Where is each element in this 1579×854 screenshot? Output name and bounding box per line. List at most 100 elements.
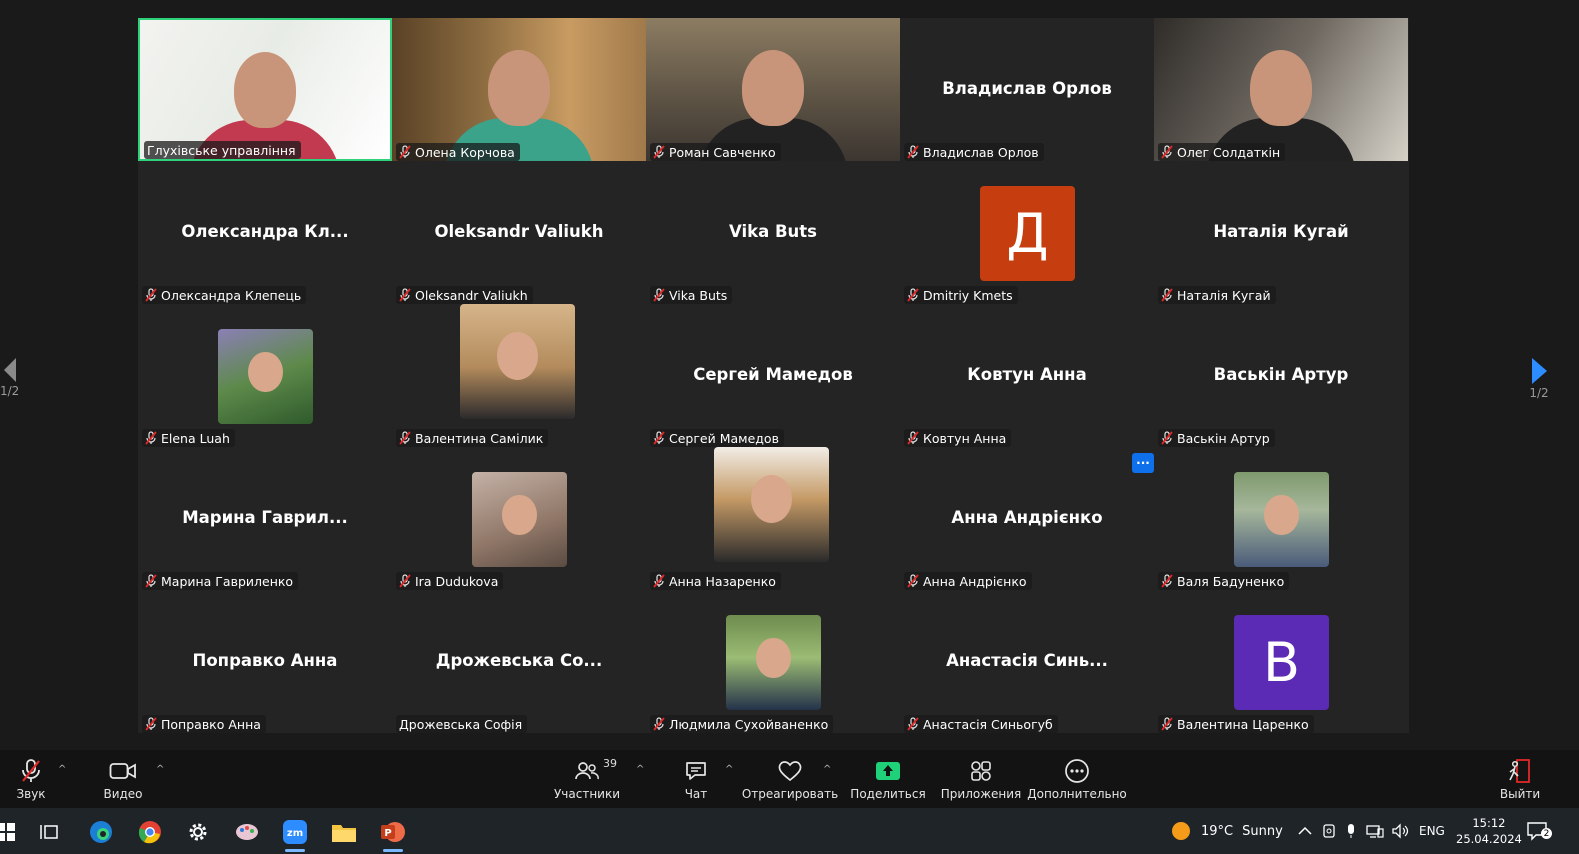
participant-tile[interactable]: Олена Корчова xyxy=(392,18,646,161)
react-options-caret[interactable]: ^ xyxy=(823,764,831,775)
participant-tile[interactable]: В Валентина Царенко xyxy=(1154,590,1408,733)
audio-button[interactable]: Звук xyxy=(8,750,54,808)
svg-text:P: P xyxy=(384,828,391,839)
clock[interactable]: 15:12 25.04.2024 xyxy=(1456,808,1522,854)
participant-face xyxy=(234,52,296,128)
speaker-icon[interactable] xyxy=(1391,823,1409,839)
participant-tile[interactable]: Наталія Кугай Наталія Кугай xyxy=(1154,161,1408,304)
participant-tile[interactable]: Ковтун Анна Ковтун Анна xyxy=(900,304,1154,447)
participant-tile[interactable]: Валентина Самілик xyxy=(392,304,646,447)
start-button[interactable] xyxy=(0,816,22,848)
edge-icon xyxy=(90,821,112,843)
microphone-in-use-icon[interactable] xyxy=(1345,823,1357,839)
chevron-left-icon xyxy=(3,358,16,382)
windows-logo-icon xyxy=(0,823,15,841)
leave-button[interactable]: Выйти xyxy=(1500,750,1540,808)
participant-name: Поправко Анна xyxy=(161,716,261,732)
participant-tile[interactable]: Валя Бадуненко xyxy=(1154,447,1408,590)
video-camera-icon xyxy=(109,763,136,779)
participants-options-caret[interactable]: ^ xyxy=(636,764,644,775)
muted-mic-icon xyxy=(399,431,411,445)
zoom-app-button[interactable]: zm xyxy=(279,816,311,852)
react-label: Отреагировать xyxy=(741,787,839,801)
next-page-button[interactable]: 1/2 xyxy=(1529,356,1549,400)
participant-avatar: Д xyxy=(980,186,1075,281)
participant-name: Dmitriy Kmets xyxy=(923,287,1013,303)
settings-button[interactable] xyxy=(182,816,214,848)
muted-mic-icon xyxy=(907,431,919,445)
participant-name: Глухівське управління xyxy=(147,142,296,158)
participant-tile[interactable]: Роман Савченко xyxy=(646,18,900,161)
input-language[interactable]: ENG xyxy=(1419,824,1445,838)
prev-page-button[interactable]: 1/2 xyxy=(0,356,19,398)
participants-button[interactable]: 39 Участники xyxy=(554,750,620,808)
participant-video xyxy=(392,18,646,161)
participant-tile[interactable]: Олег Солдаткін xyxy=(1154,18,1408,161)
participant-tile[interactable]: Д Dmitriy Kmets xyxy=(900,161,1154,304)
microphone-muted-icon xyxy=(22,759,40,782)
participant-tile[interactable]: Марина Гаврил... Марина Гавриленко xyxy=(138,447,392,590)
participant-name: Vika Buts xyxy=(669,287,728,303)
chrome-browser-button[interactable] xyxy=(134,816,166,848)
participant-tile[interactable]: Vika Buts Vika Buts xyxy=(646,161,900,304)
participant-tile[interactable]: Людмила Сухойваненко xyxy=(646,590,900,733)
participant-tile[interactable]: Васькін Артур Васькін Артур xyxy=(1154,304,1408,447)
participant-name-tag: Ковтун Анна xyxy=(904,429,1012,447)
participant-photo xyxy=(460,304,575,419)
participant-photo xyxy=(714,447,829,562)
participant-name-tag: Марина Гавриленко xyxy=(142,572,299,590)
chat-button[interactable]: Чат xyxy=(676,750,716,808)
participant-display-name: Поправко Анна xyxy=(192,651,338,670)
apps-button[interactable]: Приложения xyxy=(941,750,1021,808)
participant-tile[interactable]: Владислав Орлов Владислав Орлов xyxy=(900,18,1154,161)
participant-tile[interactable]: Анна Андрієнко Анна Андрієнко xyxy=(900,447,1154,590)
participant-name: Васькін Артур xyxy=(1177,430,1270,446)
file-explorer-button[interactable] xyxy=(328,816,360,848)
participant-tile[interactable]: Глухівське управління xyxy=(138,18,392,161)
participant-video xyxy=(1154,18,1408,161)
muted-mic-icon xyxy=(907,574,919,588)
video-options-caret[interactable]: ^ xyxy=(156,764,164,775)
system-tray: ENG xyxy=(1298,808,1445,854)
participant-name: Oleksandr Valiukh xyxy=(415,287,528,303)
participant-tile[interactable]: Сергей Мамедов Сергей Мамедов xyxy=(646,304,900,447)
participant-tile[interactable]: Олександра Кл... Олександра Клепець xyxy=(138,161,392,304)
participant-tile[interactable]: Анна Назаренко xyxy=(646,447,900,590)
participant-name-tag: Глухівське управління xyxy=(144,141,301,159)
participant-name: Валентина Царенко xyxy=(1177,716,1309,732)
powerpoint-button[interactable]: P xyxy=(377,816,409,852)
task-view-button[interactable] xyxy=(34,816,66,848)
participant-tile[interactable]: Поправко Анна Поправко Анна xyxy=(138,590,392,733)
more-options-button[interactable]: ··· xyxy=(1132,453,1154,473)
notification-center-button[interactable]: 2 xyxy=(1526,808,1552,854)
participant-tile[interactable]: Ira Dudukova xyxy=(392,447,646,590)
video-button[interactable]: Видео xyxy=(98,750,148,808)
leave-door-icon xyxy=(1509,759,1530,783)
participant-tile[interactable]: Анастасія Синь... Анастасія Синьогуб xyxy=(900,590,1154,733)
windows-taskbar: zm P 19°C Sunny ENG 15:12 25.04.2024 2 xyxy=(0,808,1579,854)
participant-tile[interactable]: Elena Luah xyxy=(138,304,392,447)
network-icon[interactable] xyxy=(1366,823,1384,839)
page-indicator-left: 1/2 xyxy=(0,384,20,398)
chevron-up-icon[interactable] xyxy=(1298,826,1312,836)
share-screen-button[interactable]: Поделиться xyxy=(850,750,926,808)
participant-tile[interactable]: Дрожевська Со... Дрожевська Софія xyxy=(392,590,646,733)
participant-name-tag: Oleksandr Valiukh xyxy=(396,286,533,304)
muted-mic-icon xyxy=(907,145,919,159)
muted-mic-icon xyxy=(907,288,919,302)
edge-browser-button[interactable] xyxy=(85,816,117,848)
react-button[interactable]: Отреагировать xyxy=(742,750,838,808)
paint-app-button[interactable] xyxy=(231,816,263,848)
weather-widget[interactable]: 19°C Sunny xyxy=(1170,808,1283,854)
audio-options-caret[interactable]: ^ xyxy=(58,764,66,775)
participant-name-tag: Наталія Кугай xyxy=(1158,286,1276,304)
folder-icon xyxy=(332,825,356,842)
heart-icon xyxy=(778,761,802,782)
chat-options-caret[interactable]: ^ xyxy=(725,764,733,775)
photo-face xyxy=(756,637,791,678)
notification-count-badge: 2 xyxy=(1541,828,1552,839)
participant-tile[interactable]: Oleksandr Valiukh Oleksandr Valiukh xyxy=(392,161,646,304)
participant-display-name: Анастасія Синь... xyxy=(946,651,1108,670)
camera-in-use-icon[interactable] xyxy=(1322,823,1336,839)
more-button[interactable]: Дополнительно xyxy=(1027,750,1127,808)
